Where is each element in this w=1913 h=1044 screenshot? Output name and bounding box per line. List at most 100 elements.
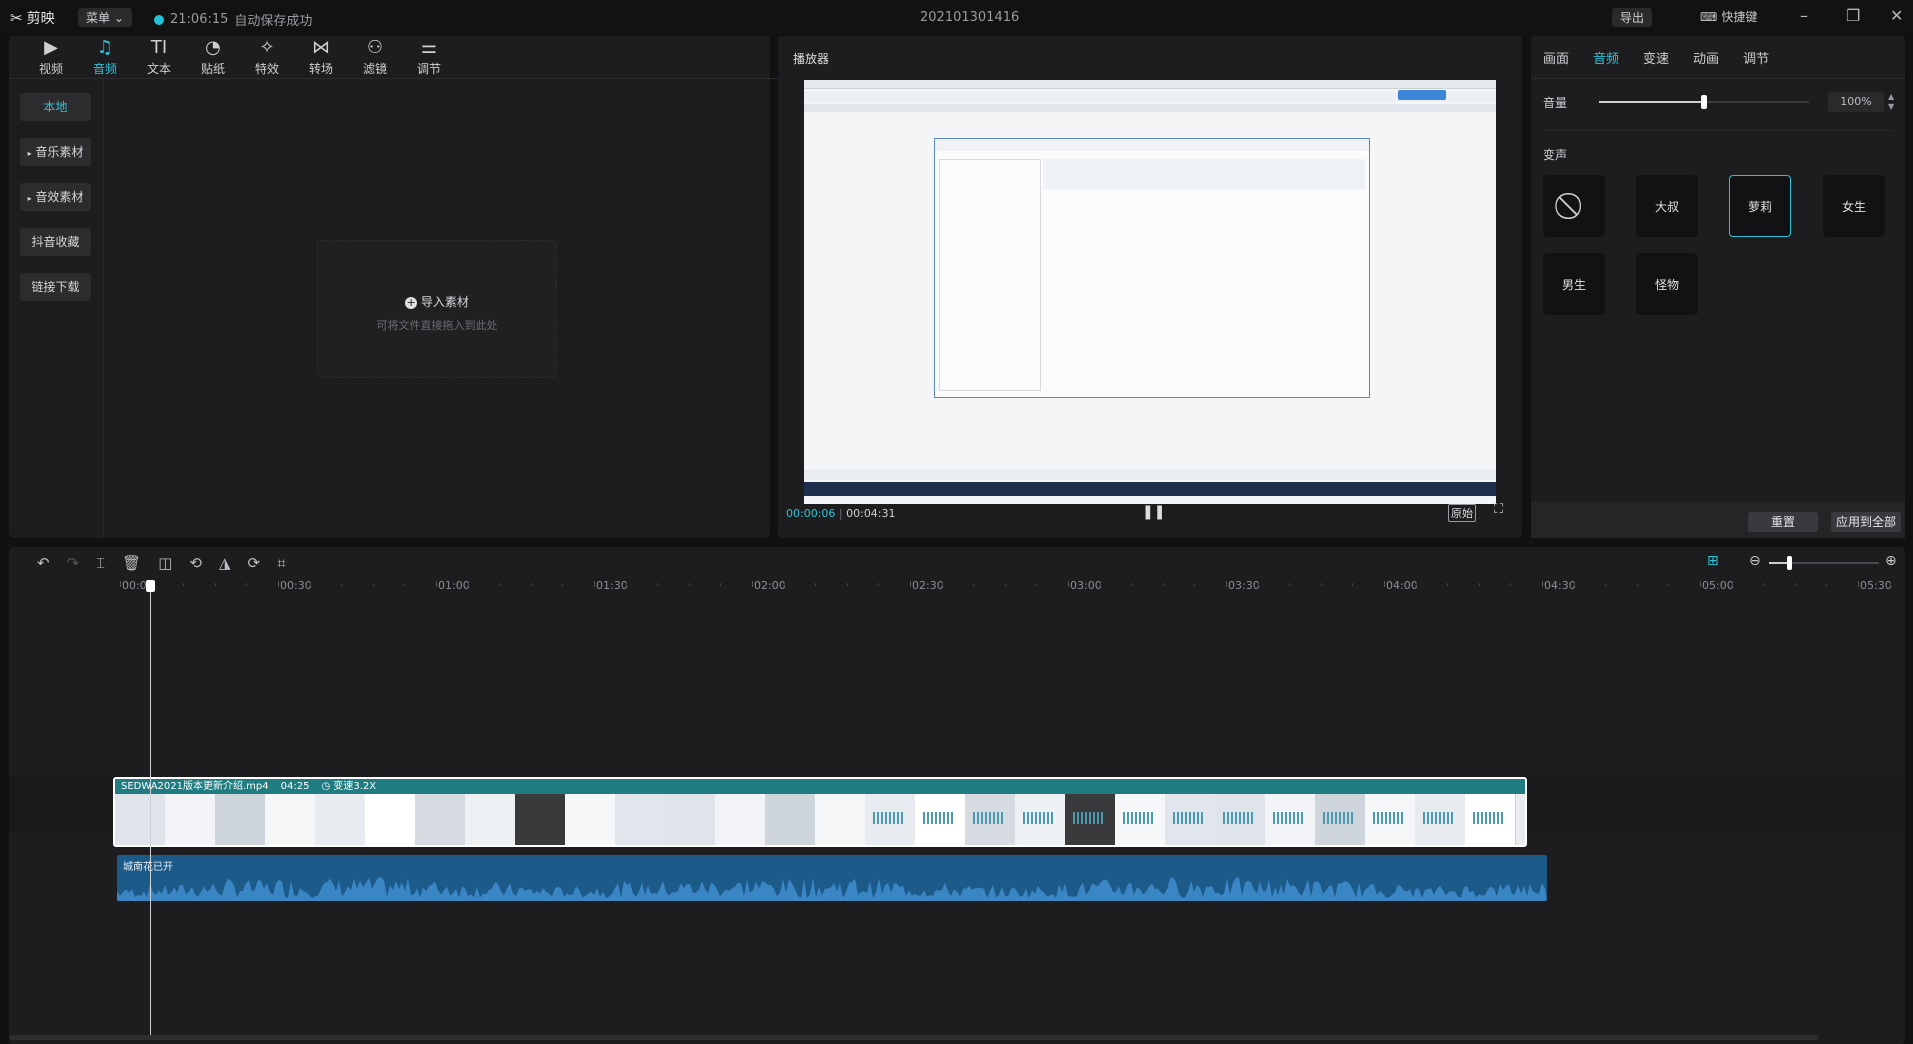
tab-picture[interactable]: 画面: [1543, 48, 1569, 67]
tool-filter[interactable]: ⚇ 滤镜: [348, 36, 402, 78]
tab-speed[interactable]: 变速: [1643, 48, 1669, 67]
ruler-tick-mark: [594, 581, 595, 587]
sidebar-item-link-download[interactable]: 链接下载: [20, 273, 91, 301]
thumbnail-chart-detail: [1473, 812, 1505, 824]
video-thumbnail: [765, 794, 816, 845]
reverse-icon[interactable]: ⟲: [189, 554, 202, 572]
volume-slider[interactable]: [1599, 95, 1809, 109]
fullscreen-icon[interactable]: ⛶: [1494, 502, 1503, 517]
ruler-tick-label: 05:00: [1702, 579, 1734, 592]
video-thumbnail: [565, 794, 616, 845]
sidebar-item-music[interactable]: ▸ 音乐素材: [20, 138, 91, 166]
tab-adjust[interactable]: 调节: [1743, 48, 1769, 67]
zoom-out-icon[interactable]: ⊖: [1749, 553, 1761, 569]
video-preview[interactable]: [804, 80, 1496, 504]
delete-icon[interactable]: 🗑: [122, 554, 141, 572]
video-thumbnail: [1115, 794, 1166, 845]
pause-icon[interactable]: ❚❚: [1142, 504, 1165, 520]
video-thumbnail: [265, 794, 316, 845]
autosave-status: 21:06:15 自动保存成功: [154, 10, 312, 29]
ruler-minor-tick: [941, 583, 943, 586]
video-thumbnail: [215, 794, 266, 845]
thumbnail-chart-detail: [1373, 812, 1405, 824]
video-clip[interactable]: SEDWA2021版本更新介绍.mp4 04:25 ◷ 变速3.2X: [113, 777, 1527, 847]
split-icon[interactable]: ⌶: [96, 554, 105, 572]
audio-icon: ♫: [96, 37, 114, 58]
import-button[interactable]: + 导入素材: [318, 293, 556, 310]
video-thumbnail: [515, 794, 566, 845]
volume-input[interactable]: 100%: [1828, 92, 1884, 112]
playhead[interactable]: [150, 581, 151, 1037]
voice-loli[interactable]: 萝莉: [1729, 175, 1791, 237]
ratio-button[interactable]: 原始: [1448, 504, 1476, 522]
ruler-tick-label: 01:30: [596, 579, 628, 592]
time-ruler[interactable]: 00:00 00:30 01:00 01:30 02:00 02:30 03:00 03:30…: [9, 579, 1905, 601]
zoom-thumb[interactable]: [1787, 556, 1792, 570]
video-thumbnail: [1065, 794, 1116, 845]
voice-monster[interactable]: 怪物: [1636, 253, 1698, 315]
thumbnail-chart-detail: [1073, 812, 1105, 824]
ruler-minor-tick: [1573, 583, 1575, 586]
video-thumbnail: [1015, 794, 1066, 845]
zoom-slider[interactable]: [1769, 556, 1879, 570]
ruler-tick-label: 03:00: [1070, 579, 1102, 592]
voice-none[interactable]: ⃠: [1543, 175, 1605, 237]
sidebar-item-sound-effects[interactable]: ▸ 音效素材: [20, 183, 91, 211]
ruler-tick-mark: [1542, 581, 1543, 587]
audio-clip[interactable]: 城南花已开: [117, 855, 1547, 901]
snap-icon[interactable]: ⊞: [1707, 553, 1719, 569]
tab-audio[interactable]: 音频: [1593, 48, 1619, 67]
sticker-icon: ◔: [205, 37, 221, 58]
sidebar-item-local[interactable]: 本地: [20, 93, 91, 121]
tool-transition[interactable]: ⋈ 转场: [294, 36, 348, 78]
thumbnail-chart-detail: [1273, 812, 1305, 824]
tool-sticker[interactable]: ◔ 贴纸: [186, 36, 240, 78]
shortcut-button[interactable]: ⌨ 快捷键: [1700, 8, 1757, 25]
close-icon[interactable]: ✕: [1890, 6, 1903, 25]
ruler-tick-label: 04:30: [1544, 579, 1576, 592]
rotate-icon[interactable]: ⟳: [248, 554, 261, 572]
import-hint: 可将文件直接拖入到此处: [376, 319, 498, 332]
logo-text: 剪映: [26, 11, 55, 27]
timeline-scrollbar[interactable]: [9, 1035, 1819, 1040]
volume-thumb[interactable]: [1701, 95, 1707, 109]
video-thumbnail: [1265, 794, 1316, 845]
volume-fill: [1599, 101, 1704, 103]
tool-effects[interactable]: ✧ 特效: [240, 36, 294, 78]
tool-text[interactable]: TI 文本: [132, 36, 186, 78]
thumbnail-chart-detail: [923, 812, 955, 824]
volume-stepper[interactable]: ▲ ▼: [1888, 92, 1894, 112]
freeze-icon[interactable]: ◫: [158, 554, 172, 572]
ruler-minor-tick: [1447, 583, 1449, 586]
voice-male[interactable]: 男生: [1543, 253, 1605, 315]
ruler-tick-mark: [1068, 581, 1069, 587]
preview-taskbar: [804, 482, 1496, 496]
reset-button[interactable]: 重置: [1748, 512, 1818, 532]
crop-icon[interactable]: ⌗: [277, 554, 285, 572]
tool-video[interactable]: ▶ 视频: [24, 36, 78, 78]
zoom-in-icon[interactable]: ⊕: [1885, 553, 1897, 569]
voice-female[interactable]: 女生: [1823, 175, 1885, 237]
tool-adjust[interactable]: ⚌ 调节: [402, 36, 456, 78]
tool-audio[interactable]: ♫ 音频: [78, 36, 132, 78]
ruler-minor-tick: [1763, 583, 1765, 586]
video-thumbnail: [815, 794, 866, 845]
sidebar-item-douyin-favorites[interactable]: 抖音收藏: [20, 228, 91, 256]
timeline-panel: ↶ ↷ ⌶ 🗑 ◫ ⟲ ◮ ⟳ ⌗ ⊞ ⊖ ⊕ 00:00 00:30 01:00 0…: [9, 547, 1905, 1044]
ruler-tick-label: 04:00: [1386, 579, 1418, 592]
playhead-handle[interactable]: [146, 580, 155, 592]
export-button[interactable]: 导出: [1612, 8, 1653, 27]
tab-animation[interactable]: 动画: [1693, 48, 1719, 67]
menu-button[interactable]: 菜单 ⌄: [78, 8, 132, 27]
media-panel: ▶ 视频 ♫ 音频 TI 文本 ◔ 贴纸 ✧ 特效 ⋈ 转场 ⚇ 滤镜 ⚌ 调节 本地 ▸ 音乐…: [9, 36, 785, 538]
minimize-icon[interactable]: –: [1800, 6, 1808, 25]
mirror-icon[interactable]: ◮: [219, 554, 231, 572]
import-dropzone[interactable]: + 导入素材 可将文件直接拖入到此处: [317, 240, 557, 378]
apply-all-button[interactable]: 应用到全部: [1831, 512, 1901, 532]
restore-icon[interactable]: ❐: [1846, 6, 1860, 25]
app-logo: ✂ 剪映: [10, 8, 55, 28]
redo-icon[interactable]: ↷: [67, 554, 80, 572]
video-icon: ▶: [44, 37, 58, 58]
voice-uncle[interactable]: 大叔: [1636, 175, 1698, 237]
undo-icon[interactable]: ↶: [37, 554, 50, 572]
